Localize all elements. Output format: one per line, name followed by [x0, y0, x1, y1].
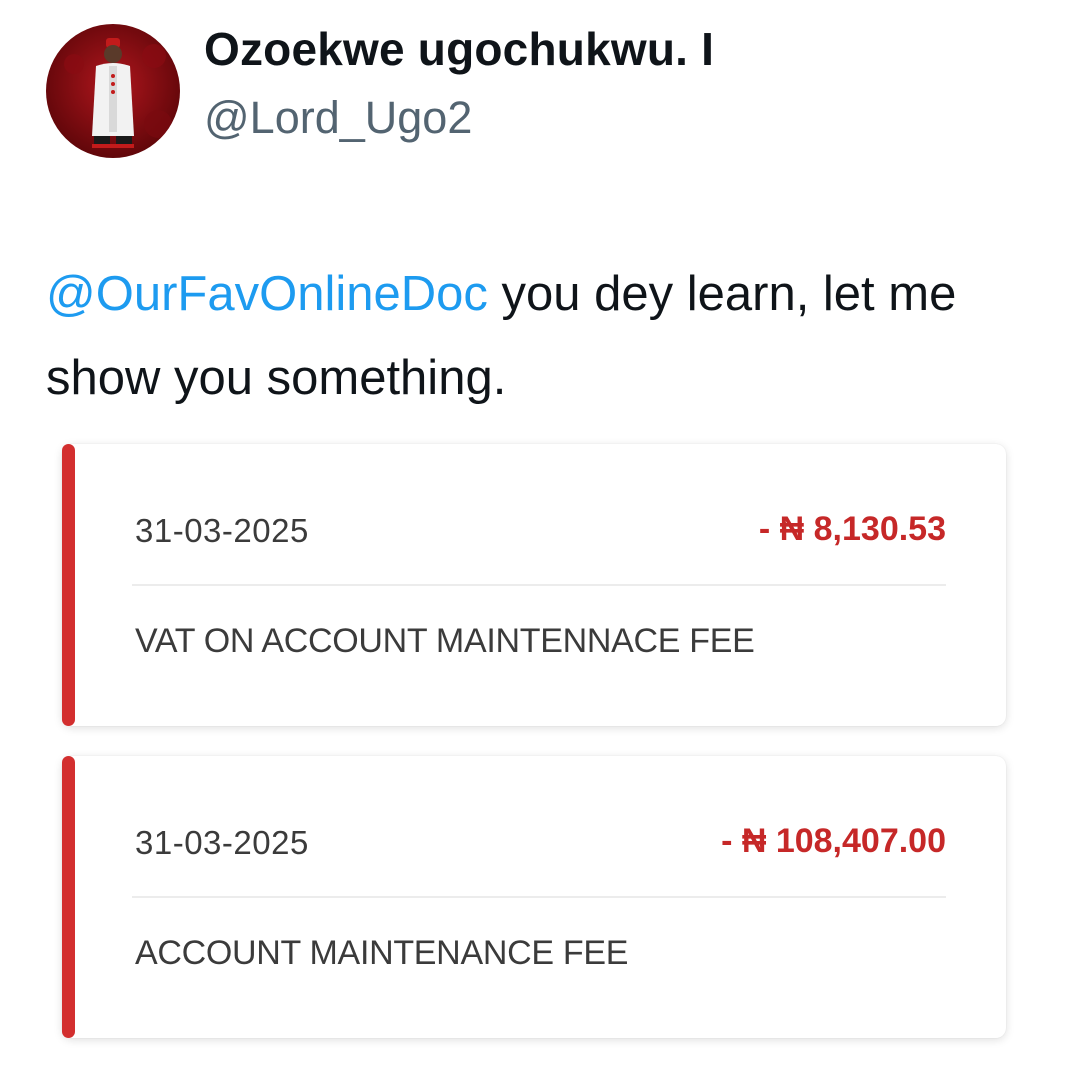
- avatar-photo: [46, 24, 180, 158]
- transaction-description: VAT ON ACCOUNT MAINTENNACE FEE: [135, 622, 755, 660]
- author-handle[interactable]: @Lord_Ugo2: [204, 92, 472, 144]
- avatar[interactable]: [46, 24, 180, 158]
- tweet-body: @OurFavOnlineDoc you dey learn, let me s…: [46, 252, 1056, 420]
- mention-link[interactable]: @OurFavOnlineDoc: [46, 267, 488, 321]
- debit-accent-bar: [62, 444, 75, 726]
- transaction-card: 31-03-2025 - ₦ 108,407.00 ACCOUNT MAINTE…: [62, 756, 1006, 1038]
- transaction-date: 31-03-2025: [135, 512, 309, 549]
- tweet-screenshot: Ozoekwe ugochukwu. I @Lord_Ugo2 @OurFavO…: [0, 0, 1080, 1080]
- transaction-amount: - ₦ 108,407.00: [721, 822, 946, 860]
- transaction-card: 31-03-2025 - ₦ 8,130.53 VAT ON ACCOUNT M…: [62, 444, 1006, 726]
- divider: [132, 584, 946, 586]
- author-display-name[interactable]: Ozoekwe ugochukwu. I: [204, 22, 714, 76]
- debit-accent-bar: [62, 756, 75, 1038]
- transaction-amount: - ₦ 8,130.53: [758, 510, 946, 548]
- divider: [132, 896, 946, 898]
- transaction-date: 31-03-2025: [135, 824, 309, 861]
- transaction-description: ACCOUNT MAINTENANCE FEE: [135, 934, 629, 972]
